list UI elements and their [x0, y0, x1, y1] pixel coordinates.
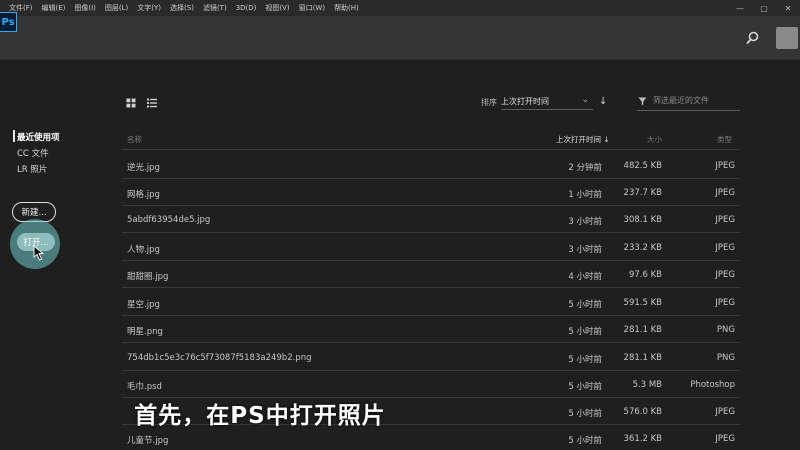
menu-select[interactable]: 选择(S): [170, 3, 194, 13]
file-type: JPEG: [715, 243, 735, 253]
file-size: 591.5 KB: [623, 298, 662, 308]
column-header-type[interactable]: 类型: [717, 134, 732, 145]
table-row[interactable]: 网格.jpg 1 小时前 237.7 KB JPEG: [122, 179, 740, 206]
menu-edit[interactable]: 编辑(E): [42, 3, 66, 13]
file-name: 人物.jpg: [127, 245, 160, 255]
table-row[interactable]: 人物.jpg 3 小时前 233.2 KB JPEG: [122, 234, 740, 261]
sort-arrow-icon: ↓: [603, 135, 610, 144]
menu-3d[interactable]: 3D(D): [236, 4, 257, 12]
table-row[interactable]: 逆光.jpg 2 分钟前 482.5 KB JPEG: [122, 152, 740, 179]
file-name: 网格.jpg: [127, 190, 160, 200]
minimize-button[interactable]: —: [728, 4, 752, 13]
file-name: 5abdf63954de5.jpg: [127, 215, 211, 225]
column-header-size[interactable]: 大小: [647, 134, 662, 145]
file-type: JPEG: [715, 270, 735, 280]
avatar[interactable]: [776, 27, 798, 49]
file-size: 233.2 KB: [623, 243, 662, 253]
file-name: 甜甜圈.jpg: [127, 272, 169, 282]
column-header-time-label: 上次打开时间: [556, 135, 601, 144]
menu-help[interactable]: 帮助(H): [334, 3, 359, 13]
file-time: 3 小时前: [568, 245, 602, 255]
table-row[interactable]: 星空.jpg 5 小时前 591.5 KB JPEG: [122, 289, 740, 316]
sort-value: 上次打开时间: [501, 97, 549, 106]
table-row[interactable]: 5abdf63954de5.jpg 3 小时前 308.1 KB JPEG: [122, 206, 740, 233]
file-type: JPEG: [715, 161, 735, 171]
file-type: JPEG: [715, 298, 735, 308]
file-time: 5 小时前: [568, 436, 602, 446]
file-size: 308.1 KB: [623, 215, 662, 225]
table-row[interactable]: 毛巾.psd 5 小时前 5.3 MB Photoshop: [122, 371, 740, 398]
file-size: 576.0 KB: [623, 407, 662, 417]
search-icon[interactable]: [746, 31, 760, 45]
close-button[interactable]: ✕: [776, 4, 800, 13]
cursor-icon: [33, 245, 45, 261]
file-size: 281.1 KB: [623, 353, 662, 363]
filter-box: [637, 94, 740, 111]
sort-descending-icon[interactable]: ↓: [599, 96, 607, 107]
table-row[interactable]: 754db1c5e3c76c5f73087f5183a249b2.png 5 小…: [122, 344, 740, 371]
file-name: 明星.png: [127, 327, 163, 337]
list-view-icon[interactable]: [147, 98, 157, 108]
file-time: 4 小时前: [568, 272, 602, 282]
table-row[interactable]: 甜甜圈.jpg 4 小时前 97.6 KB JPEG: [122, 261, 740, 288]
file-size: 5.3 MB: [632, 380, 662, 390]
file-size: 237.7 KB: [623, 188, 662, 198]
file-size: 361.2 KB: [623, 434, 662, 444]
column-header-time[interactable]: 上次打开时间 ↓: [556, 134, 610, 145]
file-name: 逆光.jpg: [127, 163, 160, 173]
file-type: PNG: [716, 325, 735, 335]
menu-image[interactable]: 图像(I): [74, 3, 96, 13]
file-type: JPEG: [715, 407, 735, 417]
file-type: PNG: [716, 353, 735, 363]
header-divider: [122, 149, 740, 150]
file-time: 5 小时前: [568, 355, 602, 365]
sidebar-item-cc-files[interactable]: CC 文件: [17, 147, 49, 159]
file-type: JPEG: [715, 434, 735, 444]
filter-icon: [638, 97, 647, 106]
menu-filter[interactable]: 滤镜(T): [203, 3, 227, 13]
file-time: 3 小时前: [568, 217, 602, 227]
sidebar-item-lr-photos[interactable]: LR 照片: [17, 163, 47, 175]
table-row[interactable]: 明星.png 5 小时前 281.1 KB PNG: [122, 316, 740, 343]
app-header: [0, 16, 800, 60]
maximize-button[interactable]: ▢: [752, 4, 776, 13]
file-time: 2 分钟前: [568, 163, 602, 173]
menu-window[interactable]: 窗口(W): [299, 3, 325, 13]
file-size: 281.1 KB: [623, 325, 662, 335]
file-time: 1 小时前: [568, 190, 602, 200]
sort-dropdown[interactable]: 上次打开时间 ⌄: [501, 94, 593, 110]
file-name: 754db1c5e3c76c5f73087f5183a249b2.png: [127, 353, 312, 363]
filter-input[interactable]: [653, 96, 739, 105]
file-name: 儿童节.jpg: [127, 436, 169, 446]
menu-bar: 文件(F) 编辑(E) 图像(I) 图层(L) 文字(Y) 选择(S) 滤镜(T…: [0, 0, 800, 16]
file-size: 482.5 KB: [623, 161, 662, 171]
file-type: Photoshop: [690, 380, 735, 390]
file-type: JPEG: [715, 188, 735, 198]
window-controls: — ▢ ✕: [728, 0, 800, 16]
file-name: 星空.jpg: [127, 300, 160, 310]
file-size: 97.6 KB: [628, 270, 662, 280]
file-time: 5 小时前: [568, 382, 602, 392]
menu-view[interactable]: 视图(V): [265, 3, 289, 13]
subtitle-caption: 首先，在PS中打开照片: [134, 403, 386, 429]
sort-label: 排序: [481, 98, 497, 107]
active-indicator: [13, 130, 15, 142]
file-time: 5 小时前: [568, 327, 602, 337]
sidebar-item-recent[interactable]: 最近使用项: [17, 131, 60, 143]
menu-layer[interactable]: 图层(L): [105, 3, 128, 13]
column-header-name[interactable]: 名称: [127, 134, 142, 145]
file-time: 5 小时前: [568, 300, 602, 310]
chevron-down-icon: ⌄: [581, 95, 589, 105]
grid-view-icon[interactable]: [126, 98, 136, 108]
file-type: JPEG: [715, 215, 735, 225]
menu-type[interactable]: 文字(Y): [137, 3, 161, 13]
file-name: 毛巾.psd: [127, 382, 162, 392]
file-time: 5 小时前: [568, 409, 602, 419]
photoshop-logo[interactable]: Ps: [0, 12, 17, 32]
